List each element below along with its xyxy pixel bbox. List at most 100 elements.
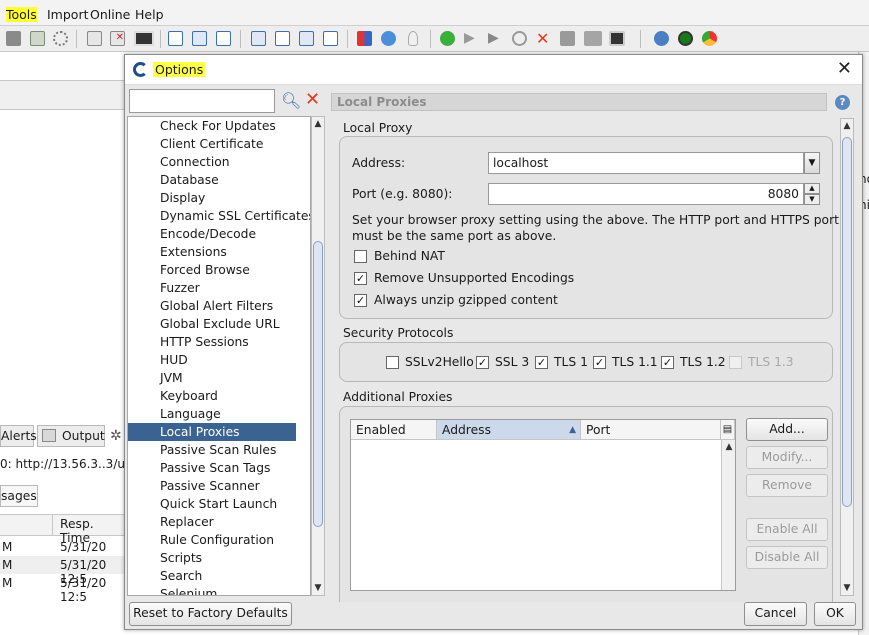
menu-import[interactable]: Import bbox=[47, 7, 89, 22]
add-ons-icon[interactable] bbox=[357, 31, 372, 46]
cancel-button[interactable]: Cancel bbox=[744, 602, 807, 626]
tree-item[interactable]: JVM bbox=[128, 369, 296, 387]
table-row[interactable]: M 5/31/20 12:5 bbox=[0, 574, 126, 604]
close-icon[interactable]: ✕ bbox=[837, 58, 852, 79]
port-increment-icon[interactable]: ▲ bbox=[804, 183, 820, 194]
tree-item[interactable]: Display bbox=[128, 189, 296, 207]
tree-item[interactable]: Passive Scanner bbox=[128, 477, 296, 495]
remove-encodings-checkbox[interactable]: ✓ bbox=[354, 272, 367, 285]
panel-1-icon[interactable] bbox=[251, 31, 266, 46]
panel-4-icon[interactable] bbox=[323, 31, 338, 46]
tree-item[interactable]: Database bbox=[128, 171, 296, 189]
tab-alerts[interactable]: Alerts bbox=[0, 425, 37, 447]
ssl3-checkbox[interactable]: ✓ bbox=[476, 356, 489, 369]
tree-item[interactable]: Scripts bbox=[128, 549, 296, 567]
break-icon[interactable]: ✕ bbox=[536, 31, 551, 47]
panel-3-icon[interactable] bbox=[299, 31, 314, 46]
sslv2hello-checkbox[interactable] bbox=[386, 356, 399, 369]
browser-icon[interactable] bbox=[702, 31, 717, 46]
scroll-up-icon[interactable]: ▲ bbox=[723, 440, 735, 454]
menu-online[interactable]: Online bbox=[90, 7, 130, 22]
tree-item[interactable]: Passive Scan Rules bbox=[128, 441, 296, 459]
tls12-checkbox[interactable]: ✓ bbox=[661, 356, 674, 369]
tree-item[interactable]: Global Exclude URL bbox=[128, 315, 296, 333]
scan-icon[interactable] bbox=[584, 31, 602, 46]
tree-item[interactable]: Client Certificate bbox=[128, 135, 296, 153]
help-icon[interactable] bbox=[654, 31, 669, 46]
menu-tools[interactable]: Tools bbox=[6, 7, 37, 22]
tree-item[interactable]: Search bbox=[128, 567, 296, 585]
layout-1-icon[interactable] bbox=[168, 31, 183, 46]
scroll-down-icon[interactable]: ▼ bbox=[841, 581, 853, 595]
tree-item[interactable]: Language bbox=[128, 405, 296, 423]
remove-button[interactable]: Remove bbox=[746, 474, 828, 497]
tree-item[interactable]: Check For Updates bbox=[128, 117, 296, 135]
table-row[interactable]: M 5/31/20 12:5 bbox=[0, 538, 126, 568]
column-address[interactable]: Address ▲ bbox=[437, 420, 581, 440]
additional-proxies-table[interactable]: Enabled Address ▲ Port ▤ ▲ bbox=[350, 419, 736, 591]
panel-scrollbar[interactable]: ▲ ▼ bbox=[840, 118, 854, 596]
tls1-checkbox[interactable]: ✓ bbox=[535, 356, 548, 369]
tree-item[interactable]: Extensions bbox=[128, 243, 296, 261]
menu-help[interactable]: Help bbox=[135, 7, 164, 22]
column-enabled[interactable]: Enabled bbox=[351, 420, 437, 440]
layout-3-icon[interactable] bbox=[216, 31, 231, 46]
tree-item[interactable]: HUD bbox=[128, 351, 296, 369]
step-icon[interactable]: ▶︎ bbox=[464, 31, 479, 46]
add-button[interactable]: Add... bbox=[746, 418, 828, 441]
tree-item[interactable]: Local Proxies bbox=[128, 423, 296, 441]
layout-2-icon[interactable] bbox=[192, 31, 207, 46]
table-row[interactable]: M 5/31/20 12:5 bbox=[0, 556, 126, 586]
scroll-up-icon[interactable]: ▲ bbox=[841, 119, 853, 133]
column-port[interactable]: Port bbox=[581, 420, 721, 440]
unzip-checkbox[interactable]: ✓ bbox=[354, 294, 367, 307]
column-chooser-icon[interactable]: ▤ bbox=[721, 420, 735, 440]
clear-search-icon[interactable]: ✕ bbox=[305, 89, 320, 110]
modify-button[interactable]: Modify... bbox=[746, 446, 828, 469]
behind-nat-checkbox[interactable] bbox=[354, 250, 367, 263]
folder-icon[interactable] bbox=[6, 31, 21, 46]
tree-item[interactable]: Keyboard bbox=[128, 387, 296, 405]
gear-icon[interactable] bbox=[53, 31, 68, 46]
tree-item[interactable]: Global Alert Filters bbox=[128, 297, 296, 315]
search-icon[interactable]: 🔍︎ bbox=[281, 91, 301, 110]
scroll-down-icon[interactable]: ▼ bbox=[312, 581, 324, 595]
tree-item[interactable]: Encode/Decode bbox=[128, 225, 296, 243]
port-decrement-icon[interactable]: ▼ bbox=[804, 194, 820, 205]
stop-icon[interactable] bbox=[512, 31, 527, 46]
tree-scroll-thumb[interactable] bbox=[313, 241, 323, 527]
options-search-input[interactable] bbox=[129, 89, 275, 113]
tree-item[interactable]: Fuzzer bbox=[128, 279, 296, 297]
tree-item[interactable]: Quick Start Launch bbox=[128, 495, 296, 513]
chevron-down-icon[interactable]: ▼ bbox=[804, 152, 820, 174]
start-icon[interactable] bbox=[440, 31, 455, 46]
panel-2-icon[interactable] bbox=[275, 31, 290, 46]
hud-icon[interactable] bbox=[678, 31, 693, 46]
snapshot-icon[interactable] bbox=[87, 31, 102, 46]
play-icon[interactable]: ▶ bbox=[488, 31, 503, 46]
tls11-checkbox[interactable]: ✓ bbox=[593, 356, 606, 369]
tree-scrollbar[interactable]: ▲ ▼ bbox=[311, 116, 325, 596]
tree-item[interactable]: Rule Configuration bbox=[128, 531, 296, 549]
document-icon[interactable] bbox=[30, 31, 45, 46]
tree-item[interactable]: Connection bbox=[128, 153, 296, 171]
scroll-up-icon[interactable]: ▲ bbox=[312, 117, 324, 131]
filter-icon[interactable] bbox=[560, 31, 575, 46]
delete-snapshot-icon[interactable]: ✕ bbox=[110, 31, 125, 46]
enable-all-button[interactable]: Enable All bbox=[746, 518, 828, 541]
tree-item[interactable]: Dynamic SSL Certificates bbox=[128, 207, 310, 225]
refresh-icon[interactable] bbox=[381, 31, 396, 46]
port-field[interactable]: 8080 bbox=[488, 183, 804, 205]
tab-messages[interactable]: sages bbox=[0, 485, 38, 507]
panel-scroll-thumb[interactable] bbox=[842, 137, 852, 507]
tree-item[interactable]: HTTP Sessions bbox=[128, 333, 296, 351]
tree-item[interactable]: Replacer bbox=[128, 513, 296, 531]
reset-defaults-button[interactable]: Reset to Factory Defaults bbox=[129, 602, 292, 626]
dialog-title-bar[interactable]: Options ✕ bbox=[125, 55, 862, 85]
tree-item[interactable]: Selenium bbox=[128, 585, 296, 595]
lightbulb-icon[interactable] bbox=[408, 31, 418, 46]
ok-button[interactable]: OK bbox=[814, 602, 856, 626]
session-icon[interactable] bbox=[134, 31, 154, 46]
table-scrollbar[interactable]: ▲ bbox=[721, 440, 735, 590]
address-field[interactable]: localhost bbox=[488, 152, 804, 174]
